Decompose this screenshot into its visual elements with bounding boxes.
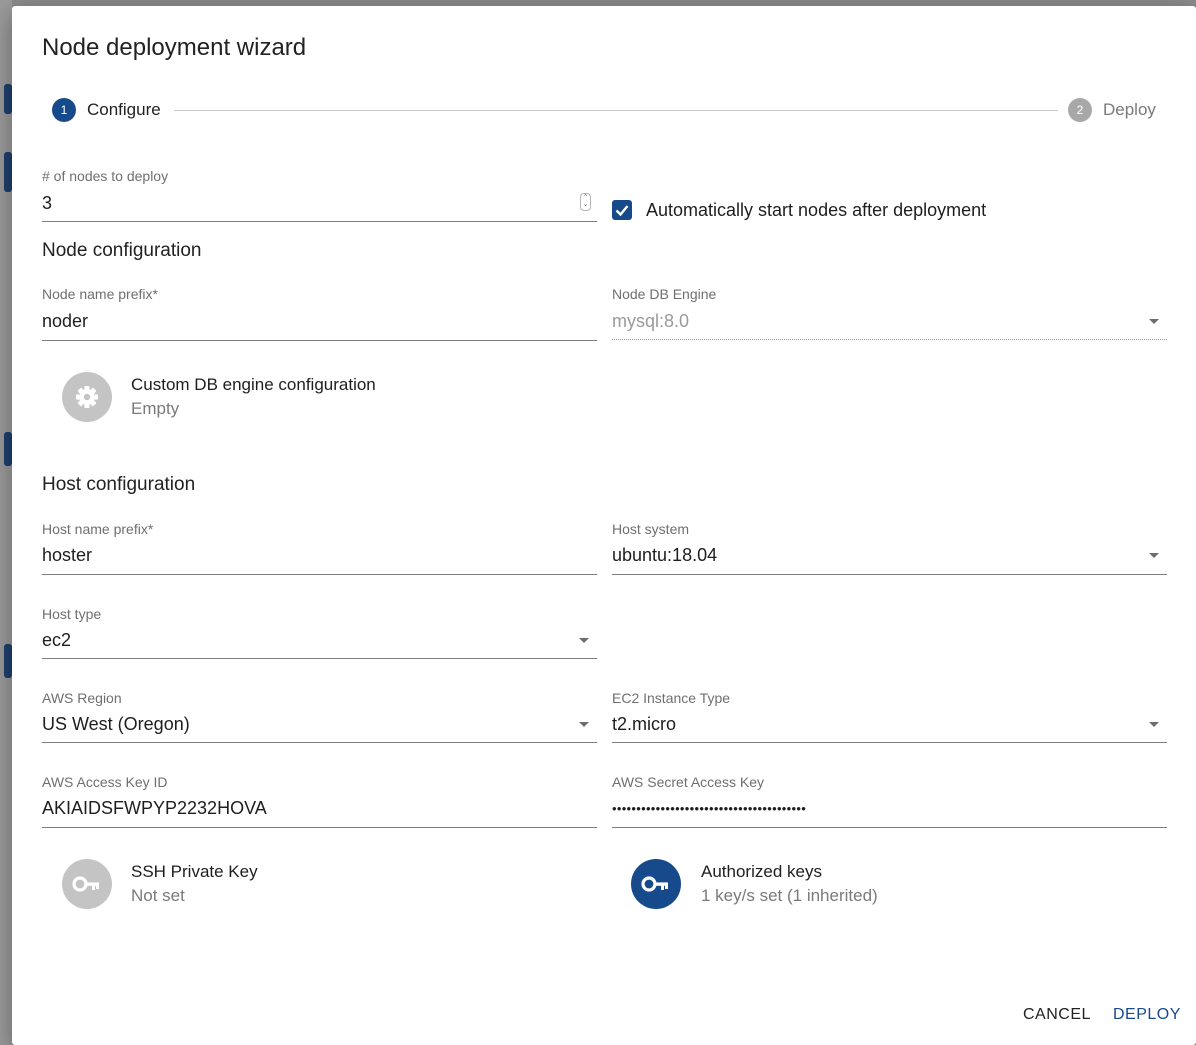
host-configuration-heading: Host configuration <box>42 474 196 495</box>
host-system-underline <box>612 574 1167 575</box>
step-1-number: 1 <box>52 98 76 122</box>
aws-secret-key-label: AWS Secret Access Key <box>612 774 764 790</box>
node-deployment-dialog: Node deployment wizard 1 Configure 2 Dep… <box>12 6 1196 1045</box>
stepper-connector <box>174 110 1058 111</box>
node-name-prefix-label: Node name prefix* <box>42 286 158 302</box>
aws-region-select[interactable]: US West (Oregon) <box>42 714 190 735</box>
chevron-down-icon <box>1149 553 1159 558</box>
host-name-prefix-underline <box>42 574 597 575</box>
aws-region-underline <box>42 742 597 743</box>
checkmark-icon <box>615 205 629 217</box>
ssh-key-title: SSH Private Key <box>131 862 258 881</box>
authorized-keys-status: 1 key/s set (1 inherited) <box>701 886 878 905</box>
aws-region-label: AWS Region <box>42 690 122 706</box>
key-icon <box>72 876 99 892</box>
background-fragment <box>4 84 12 114</box>
custom-db-title: Custom DB engine configuration <box>131 375 376 394</box>
key-icon <box>641 876 668 892</box>
background-app <box>0 0 12 1045</box>
ssh-key-status: Not set <box>131 886 185 905</box>
aws-secret-key-input[interactable]: •••••••••••••••••••••••••••••••••••••••• <box>612 798 806 820</box>
auto-start-checkbox[interactable] <box>612 200 632 220</box>
deploy-button[interactable]: DEPLOY <box>1113 1006 1181 1024</box>
host-type-underline <box>42 658 597 659</box>
ec2-instance-type-select[interactable]: t2.micro <box>612 714 676 735</box>
ec2-instance-type-underline <box>612 742 1167 743</box>
background-fragment <box>4 432 12 466</box>
authorized-keys-title: Authorized keys <box>701 862 822 881</box>
chevron-down-icon <box>579 722 589 727</box>
dialog-title: Node deployment wizard <box>42 34 307 61</box>
auto-start-label: Automatically start nodes after deployme… <box>646 200 987 220</box>
node-db-engine-select[interactable]: mysql:8.0 <box>612 311 689 332</box>
step-2-number: 2 <box>1068 98 1092 122</box>
custom-db-status: Empty <box>131 399 180 418</box>
nodes-count-input[interactable]: 3 <box>42 193 52 214</box>
host-type-label: Host type <box>42 606 102 622</box>
custom-db-avatar <box>62 372 112 422</box>
chevron-down-icon <box>1149 722 1159 727</box>
aws-access-key-underline <box>42 827 597 828</box>
cancel-button[interactable]: CANCEL <box>1023 1006 1091 1024</box>
step-1-label: Configure <box>87 100 161 119</box>
node-configuration-heading: Node configuration <box>42 240 202 261</box>
aws-access-key-label: AWS Access Key ID <box>42 774 168 790</box>
node-name-prefix-underline <box>42 340 597 341</box>
host-type-select[interactable]: ec2 <box>42 630 71 651</box>
gear-icon <box>76 386 98 408</box>
node-name-prefix-input[interactable]: noder <box>42 311 88 332</box>
aws-access-key-input[interactable]: AKIAIDSFWPYP2232HOVA <box>42 798 267 819</box>
background-fragment <box>4 152 12 192</box>
background-fragment <box>4 644 12 678</box>
number-stepper-icon[interactable]: ⌃ ⌄ <box>580 193 591 211</box>
host-name-prefix-input[interactable]: hoster <box>42 545 92 566</box>
node-db-engine-label: Node DB Engine <box>612 286 717 302</box>
aws-secret-key-underline <box>612 827 1167 828</box>
host-system-label: Host system <box>612 521 690 537</box>
authorized-keys-avatar <box>631 859 681 909</box>
node-db-engine-underline <box>612 339 1167 340</box>
step-2-label: Deploy <box>1103 100 1156 119</box>
nodes-count-underline <box>42 221 597 222</box>
nodes-count-label: # of nodes to deploy <box>42 168 169 184</box>
chevron-down-icon <box>1149 319 1159 324</box>
ssh-key-avatar <box>62 859 112 909</box>
chevron-down-icon <box>579 638 589 643</box>
ec2-instance-type-label: EC2 Instance Type <box>612 690 731 706</box>
host-name-prefix-label: Host name prefix* <box>42 521 154 537</box>
host-system-select[interactable]: ubuntu:18.04 <box>612 545 717 566</box>
